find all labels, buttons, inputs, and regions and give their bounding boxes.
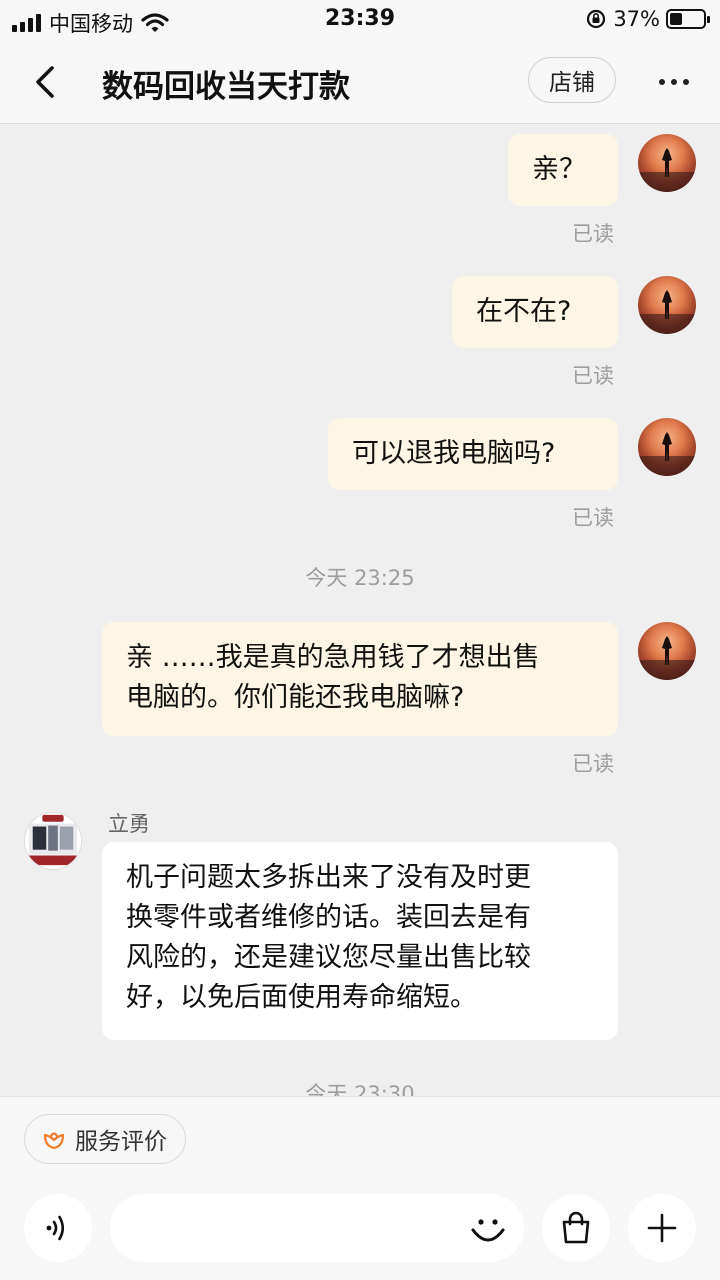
voice-icon	[46, 1215, 65, 1241]
smile-icon	[471, 1219, 505, 1242]
battery-icon	[666, 9, 710, 29]
more-dots-icon	[659, 79, 665, 85]
store-button[interactable]: 店铺	[528, 57, 616, 103]
shopping-bag-button[interactable]	[542, 1194, 610, 1262]
message-bubble[interactable]: 机子问题太多拆出来了没有及时更 换零件或者维修的话。装回去是有 风险的，还是建议…	[102, 842, 618, 1040]
rotation-lock-icon	[587, 9, 606, 29]
timestamp: 今天 23:25	[305, 566, 415, 590]
sender-name: 立勇	[108, 812, 150, 836]
message-bubble[interactable]: 在不在?	[452, 276, 618, 348]
more-button[interactable]	[648, 60, 700, 104]
plus-button[interactable]	[628, 1194, 696, 1262]
status-bar: 中国移动 23:39 37%	[0, 0, 720, 40]
message-bubble[interactable]: 亲 ……我是真的急用钱了才想出售 电脑的。你们能还我电脑嘛?	[102, 622, 618, 736]
message-bubble[interactable]: 亲？	[508, 134, 618, 206]
read-status: 已读	[572, 364, 614, 388]
message-input[interactable]	[110, 1194, 524, 1262]
read-status: 已读	[572, 222, 614, 246]
service-rating-button[interactable]: 服务评价	[24, 1114, 186, 1164]
shopping-bag-icon	[562, 1211, 590, 1244]
emoji-button[interactable]	[468, 1210, 508, 1250]
avatar[interactable]	[638, 622, 696, 680]
bottom-bar: 服务评价	[0, 1096, 720, 1280]
shop-avatar[interactable]	[24, 812, 82, 870]
back-button[interactable]	[26, 60, 66, 104]
avatar[interactable]	[638, 276, 696, 334]
timestamp: 今天 23:30	[305, 1082, 415, 1096]
read-status: 已读	[572, 752, 614, 776]
avatar[interactable]	[638, 418, 696, 476]
voice-button[interactable]	[24, 1194, 92, 1262]
flower-icon	[43, 1132, 65, 1150]
message-bubble[interactable]: 可以退我电脑吗?	[328, 418, 618, 490]
read-status: 已读	[572, 506, 614, 530]
battery-percent: 37%	[613, 7, 660, 31]
chat-header: 数码回收当天打款 店铺	[0, 40, 720, 124]
plus-icon	[647, 1213, 677, 1243]
chevron-left-icon	[36, 66, 54, 98]
avatar[interactable]	[638, 134, 696, 192]
page-title: 数码回收当天打款	[102, 69, 350, 105]
chat-list[interactable]: 亲？ 已读 在不在? 已读 可以退我电脑吗? 已读 今天 23:25 亲 ……我…	[0, 124, 720, 1096]
